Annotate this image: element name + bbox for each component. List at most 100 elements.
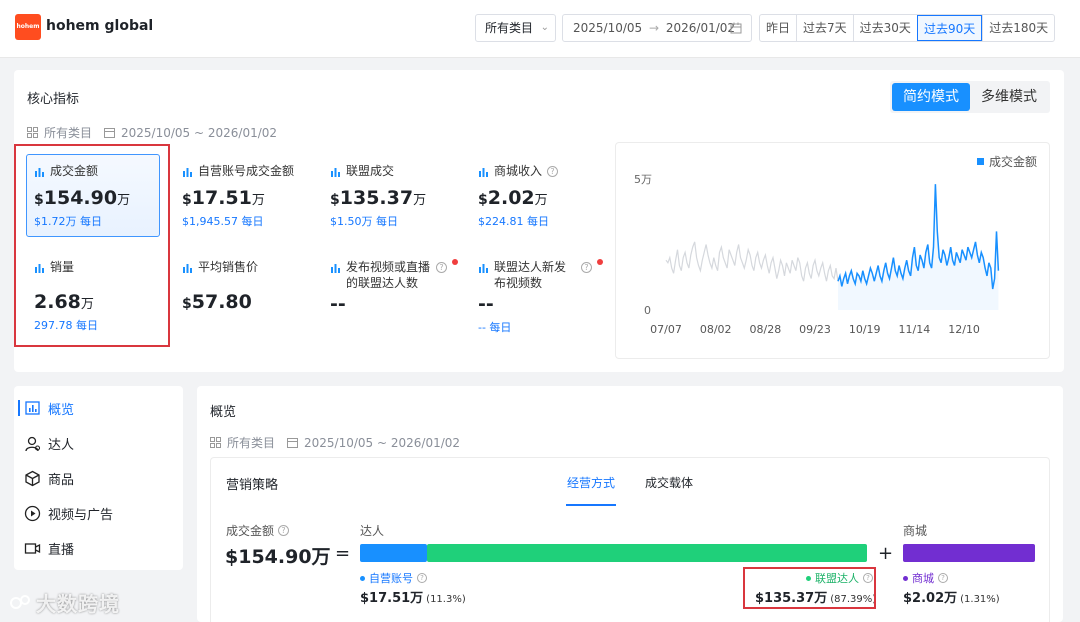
nav-item-video-ads[interactable]: 视频与广告 (24, 502, 113, 524)
range-tab-7d[interactable]: 过去7天 (796, 15, 853, 41)
help-icon[interactable]: ? (278, 525, 290, 536)
video-camera-icon (24, 542, 41, 554)
calendar-icon (287, 438, 299, 448)
nav-label: 概览 (48, 402, 75, 418)
tab-operation-mode[interactable]: 经营方式 (567, 474, 615, 491)
nav-label: 达人 (48, 437, 75, 453)
total-gmv-value: $154.90万 (225, 546, 331, 568)
category-grid-icon (27, 127, 38, 138)
range-tab-90d[interactable]: 过去90天 (916, 15, 983, 41)
metric-active-creators[interactable]: 发布视频或直播的联盟达人数 ? -- (330, 259, 458, 315)
x-tick-label: 11/14 (899, 323, 931, 336)
metric-mall-income[interactable]: 商城收入 ? $2.02万 $224.81 每日 (478, 163, 618, 229)
series-line-context (665, 241, 839, 282)
category-grid-icon (210, 437, 221, 448)
nav-item-products[interactable]: 商品 (24, 467, 74, 489)
metric-self-gmv[interactable]: 自营账号成交金额 $17.51万 $1,945.57 每日 (182, 163, 322, 229)
chevron-down-icon: ⌄ (540, 22, 549, 33)
help-icon[interactable]: ? (417, 573, 427, 583)
core-meta-category: 所有类目 (44, 126, 93, 140)
overview-icon (25, 400, 40, 415)
user-icon (25, 436, 41, 451)
x-tick-label: 08/28 (750, 323, 782, 336)
overview-title: 概览 (210, 405, 237, 420)
nav-item-live[interactable]: 直播 (24, 537, 74, 559)
legend-mall-name: 商城 (912, 572, 934, 585)
tab-deal-carrier[interactable]: 成交载体 (645, 474, 693, 491)
range-tabs: 昨日 过去7天 过去30天 过去90天 过去180天 (759, 14, 1056, 42)
watermark: 大数跨境 (10, 588, 120, 617)
metric-self-gmv-label-row: 自营账号成交金额 (182, 163, 322, 179)
range-tab-30d[interactable]: 过去30天 (852, 15, 917, 41)
nav-item-overview[interactable]: 概览 (24, 397, 74, 419)
nav-item-creators[interactable]: 达人 (24, 432, 74, 454)
metric-value: $135.37万 (330, 187, 427, 209)
help-icon[interactable]: ? (436, 262, 447, 273)
bar-chart-icon (479, 264, 488, 273)
metric-active-creators-label-row: 发布视频或直播的联盟达人数 ? (330, 259, 458, 291)
metric-value: -- (478, 293, 494, 315)
segment-self-account[interactable] (360, 544, 427, 562)
nav-label: 商品 (48, 472, 75, 488)
category-select[interactable]: 所有类目 ⌄ (475, 14, 556, 42)
help-icon[interactable]: ? (581, 262, 592, 273)
x-tick-label: 09/23 (799, 323, 831, 336)
metric-new-videos[interactable]: 联盟达人新发布视频数 ? -- -- 每日 (478, 259, 606, 335)
metric-value: $57.80 (182, 291, 252, 313)
segment-mall[interactable] (903, 544, 1035, 562)
range-tab-180d[interactable]: 过去180天 (982, 15, 1054, 41)
metric-affiliate-gmv[interactable]: 联盟成交 $135.37万 $1.50万 每日 (330, 163, 470, 229)
metric-avg-price[interactable]: 平均销售价 $57.80 (182, 259, 322, 313)
calendar-icon (730, 22, 742, 34)
marketing-strategy-panel: 营销策略 经营方式 成交载体 成交金额 ? $154.90万 = 达人 + 商城… (210, 457, 1050, 622)
brand-name: hohem global (46, 18, 154, 34)
date-start: 2025/10/05 (573, 21, 643, 35)
plus-sign: + (878, 543, 894, 564)
nav-label: 视频与广告 (48, 507, 114, 523)
category-select-value: 所有类目 (485, 21, 534, 35)
nav-active-indicator (18, 400, 20, 416)
legend-self-account: 自营账号 ? (360, 570, 427, 586)
creators-group-label: 达人 (360, 524, 385, 538)
core-metrics-title: 核心指标 (27, 92, 80, 107)
core-metrics-card: 核心指标 所有类目 2025/10/05 ~ 2026/01/02 简约模式 多… (14, 70, 1064, 372)
help-icon[interactable]: ? (938, 573, 948, 583)
strategy-title: 营销策略 (226, 478, 279, 493)
date-range-picker[interactable]: 2025/10/05 → 2026/01/02 (562, 14, 752, 42)
core-meta-line: 所有类目 2025/10/05 ~ 2026/01/02 (27, 124, 277, 141)
mode-multi-button[interactable]: 多维模式 (970, 83, 1048, 111)
bar-chart-icon (331, 264, 340, 273)
overview-meta-category: 所有类目 (227, 436, 276, 450)
box-icon (25, 470, 40, 486)
metric-new-videos-label-row: 联盟达人新发布视频数 ? (478, 259, 606, 291)
equals-sign: = (335, 543, 351, 564)
metric-label: 商城收入 (494, 164, 543, 178)
annotation-red-frame (743, 567, 876, 609)
bar-chart-icon (479, 168, 488, 177)
self-account-pct: (11.3%) (426, 594, 466, 605)
alert-dot-icon (452, 259, 458, 265)
metric-value: $17.51万 (182, 187, 265, 209)
metric-daily: $1,945.57 每日 (182, 215, 264, 228)
metric-affiliate-label-row: 联盟成交 (330, 163, 470, 179)
x-tick-label: 07/07 (650, 323, 682, 336)
self-account-value-row: $17.51万 (11.3%) (360, 587, 466, 606)
metric-avg-price-label-row: 平均销售价 (182, 259, 322, 275)
metric-label: 平均销售价 (198, 260, 259, 274)
date-end: 2026/01/02 (665, 21, 736, 35)
date-arrow: → (649, 21, 660, 35)
mall-value-row: $2.02万 (1.31%) (903, 587, 1000, 606)
range-tab-yesterday[interactable]: 昨日 (760, 15, 796, 41)
side-nav: 概览 达人 商品 视频与广告 直播 (14, 386, 183, 570)
calendar-icon (104, 128, 116, 138)
x-tick-label: 10/19 (849, 323, 881, 336)
legend-dot (360, 575, 365, 581)
metric-label: 联盟达人新发布视频数 (494, 260, 567, 290)
metric-value: -- (330, 293, 346, 315)
legend-mall: 商城 ? (903, 570, 948, 586)
help-icon[interactable]: ? (547, 166, 559, 177)
play-circle-icon (24, 505, 41, 521)
segment-affiliate[interactable] (427, 544, 867, 562)
mode-simple-button[interactable]: 简约模式 (892, 83, 970, 111)
overview-card: 概览 所有类目 2025/10/05 ~ 2026/01/02 营销策略 经营方… (197, 386, 1063, 622)
